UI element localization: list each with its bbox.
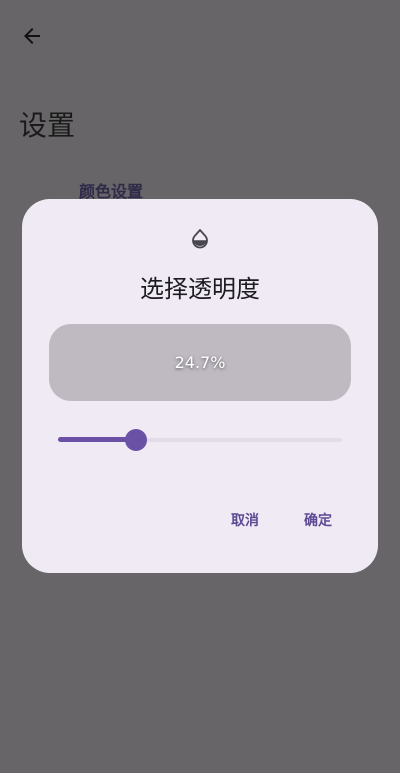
opacity-slider[interactable] bbox=[58, 425, 342, 455]
opacity-value: 24.7% bbox=[174, 353, 226, 372]
opacity-dialog: 选择透明度 24.7% 取消 确定 bbox=[22, 199, 378, 573]
back-button[interactable] bbox=[12, 16, 52, 56]
opacity-preview: 24.7% bbox=[49, 324, 351, 401]
confirm-button[interactable]: 确定 bbox=[296, 506, 340, 536]
slider-thumb[interactable] bbox=[125, 429, 147, 451]
dialog-title: 选择透明度 bbox=[140, 275, 260, 303]
cancel-button[interactable]: 取消 bbox=[223, 506, 267, 536]
page-title: 设置 bbox=[19, 109, 76, 142]
opacity-drop-icon bbox=[192, 229, 208, 249]
arrow-back-icon bbox=[24, 28, 40, 44]
